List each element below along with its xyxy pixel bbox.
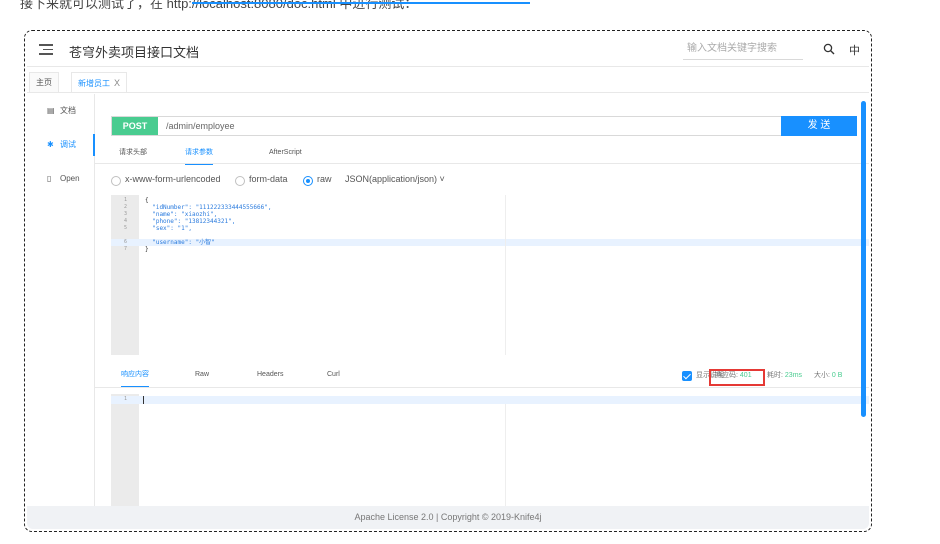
code-line: "phone": "13812344321", <box>145 218 236 225</box>
code-line: "idNumber": "111222333444555666", <box>145 204 272 211</box>
editor-divider <box>505 404 506 506</box>
code-line: "name": "xiaozhi", <box>145 211 218 218</box>
active-line-highlight <box>111 239 869 246</box>
tab-response-raw[interactable]: Raw <box>195 364 209 386</box>
tab-add-employee[interactable]: 新增员工 X <box>71 72 128 92</box>
response-time-label: 耗时: <box>767 372 783 379</box>
url-input[interactable]: /admin/employee <box>166 117 235 135</box>
tab-response-curl[interactable]: Curl <box>327 364 340 386</box>
editor-gutter <box>111 394 139 506</box>
line-number: 3 <box>123 211 127 217</box>
top-text-strip: 接下来就可以测试了，在 http://localhost:8080/doc.ht… <box>0 0 940 12</box>
response-body-editor[interactable]: 1 <box>111 394 869 506</box>
language-switch[interactable]: 中 <box>849 42 860 58</box>
footer: Apache License 2.0 | Copyright © 2019-Kn… <box>27 506 869 529</box>
search-input[interactable] <box>683 38 803 60</box>
content-type-value: JSON(application/json) <box>345 174 438 184</box>
chevron-down-icon: ˅ <box>437 174 445 184</box>
send-button[interactable]: 发 送 <box>781 116 857 136</box>
show-desc-checkbox[interactable] <box>682 371 692 381</box>
sidebar-item-open[interactable]: ▯ Open <box>27 168 95 190</box>
close-icon[interactable]: X <box>114 78 120 88</box>
sidebar-item-doc[interactable]: ▤ 文档 <box>27 100 95 122</box>
response-code-highlight-box <box>709 369 765 386</box>
radio-form-data[interactable] <box>235 176 245 186</box>
response-size-label: 大小: <box>814 372 830 379</box>
sidebar-item-debug[interactable]: ✱ 调试 <box>27 134 95 156</box>
tab-afterscript[interactable]: AfterScript <box>269 142 302 164</box>
response-tabs: 响应内容 Raw Headers Curl 显示说明 响应码: 401 耗时: … <box>95 364 869 388</box>
line-number: 1 <box>123 197 127 203</box>
tab-request-params[interactable]: 请求参数 <box>185 142 213 165</box>
bug-icon: ✱ <box>47 140 54 149</box>
line-number: 5 <box>123 225 127 231</box>
line-number: 1 <box>123 396 127 402</box>
code-line: } <box>145 246 149 253</box>
request-body-editor[interactable]: 1 2 3 4 5 6 7 { "idNumber": "11122233344… <box>111 195 869 355</box>
tab-response-headers[interactable]: Headers <box>257 364 283 386</box>
tab-home-label: 主页 <box>36 78 52 87</box>
app-title: 苍穹外卖项目接口文档 <box>69 45 200 60</box>
editor-divider <box>505 195 506 355</box>
http-method-badge: POST <box>112 117 158 135</box>
url-bar: POST /admin/employee 发 送 <box>111 116 857 136</box>
page: 接下来就可以测试了，在 http://localhost:8080/doc.ht… <box>0 0 940 544</box>
response-time-value: 23ms <box>784 372 803 379</box>
code-line: "sex": "1", <box>145 225 192 232</box>
document-icon: ▤ <box>47 106 55 115</box>
sidebar: ▤ 文档 ✱ 调试 ▯ Open <box>27 94 95 506</box>
content-type-select[interactable]: JSON(application/json) ˅ <box>345 174 445 184</box>
line-number: 6 <box>123 239 127 245</box>
response-size: 大小: 0 B <box>814 364 842 388</box>
page-tabs: 主页 新增员工 X <box>27 67 869 93</box>
tab-response-content[interactable]: 响应内容 <box>121 364 149 387</box>
request-tabs: 请求头部 请求参数 AfterScript <box>95 142 869 165</box>
tab-add-employee-label: 新增员工 <box>78 79 110 88</box>
response-time: 耗时: 23ms <box>767 364 802 388</box>
sidebar-item-label: 调试 <box>60 140 76 149</box>
radio-urlencoded-label: x-www-form-urlencoded <box>125 174 221 184</box>
active-line-highlight <box>111 396 869 404</box>
sidebar-item-label: Open <box>60 174 80 183</box>
text-caret <box>143 396 144 404</box>
response-size-value: 0 B <box>831 372 843 379</box>
file-icon: ▯ <box>47 174 52 183</box>
doc-link-underline[interactable] <box>192 2 530 4</box>
vertical-scrollbar[interactable] <box>861 101 866 417</box>
line-number: 2 <box>123 204 127 210</box>
header: 苍穹外卖项目接口文档 中 <box>27 33 869 67</box>
radio-urlencoded[interactable] <box>111 176 121 186</box>
code-line: "username": "小智" <box>145 239 215 246</box>
menu-toggle-icon[interactable] <box>39 44 53 56</box>
radio-form-data-label: form-data <box>249 174 288 184</box>
tab-home[interactable]: 主页 <box>29 72 59 92</box>
code-line: { <box>145 197 149 204</box>
main-panel: POST /admin/employee 发 送 请求头部 请求参数 After… <box>95 94 869 506</box>
line-number: 4 <box>123 218 127 224</box>
line-number: 7 <box>123 246 127 252</box>
tab-request-headers[interactable]: 请求头部 <box>119 142 147 164</box>
radio-raw[interactable] <box>303 176 313 186</box>
radio-raw-label: raw <box>317 174 332 184</box>
knife4j-app: 苍穹外卖项目接口文档 中 主页 新增员工 X ▤ 文档 ✱ 调试 ▯ Open <box>27 33 869 529</box>
search-icon[interactable] <box>823 43 835 55</box>
sidebar-item-label: 文档 <box>60 106 76 115</box>
